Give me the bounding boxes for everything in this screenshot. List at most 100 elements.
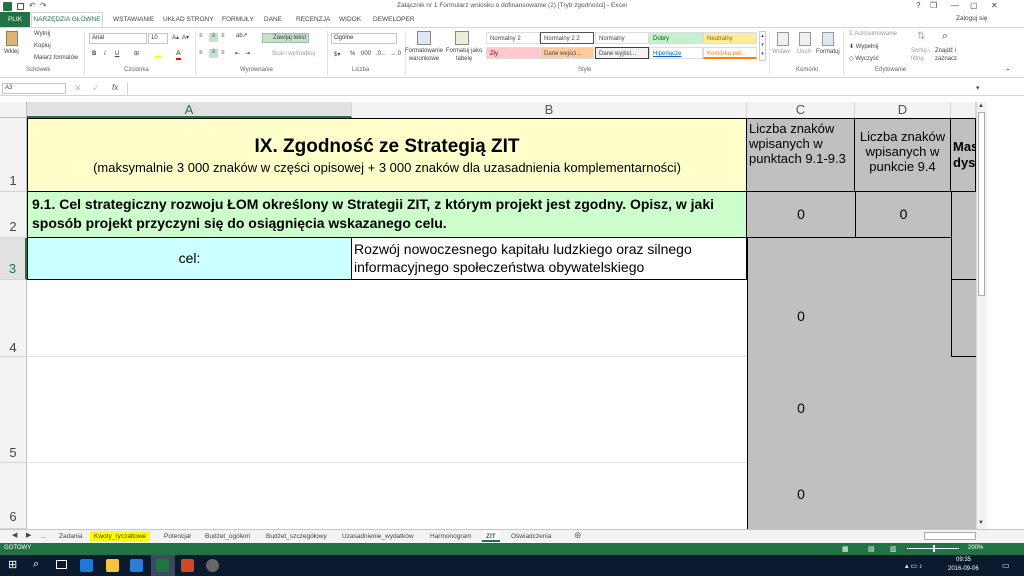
find-select-button[interactable]: Znajdź i zaznacz: [935, 47, 963, 63]
collapse-ribbon-icon[interactable]: ⌃: [1005, 68, 1011, 76]
sort-filter-icon[interactable]: ⇅: [917, 31, 925, 42]
autosum-button[interactable]: Σ Autosumowanie: [849, 31, 897, 37]
column-header-b[interactable]: B: [352, 102, 747, 118]
style-input[interactable]: Dane wejści...: [540, 47, 594, 59]
column-header-d[interactable]: D: [855, 102, 951, 118]
add-sheet-icon[interactable]: ⊕: [574, 530, 582, 541]
cancel-entry-icon[interactable]: ✕: [74, 83, 82, 94]
tab-home[interactable]: NARZĘDZIA GŁÓWNE: [31, 12, 103, 27]
explorer-icon[interactable]: [106, 559, 119, 572]
style-output[interactable]: Dane wyjści...: [595, 47, 649, 59]
decimal-increase-icon[interactable]: .0←: [376, 51, 387, 57]
align-right-icon[interactable]: ≡: [221, 50, 225, 56]
paste-button[interactable]: Wklej: [4, 49, 19, 55]
format-painter-button[interactable]: Malarz formatów: [34, 55, 78, 61]
sheet-tab-more[interactable]: ...: [37, 531, 50, 542]
style-normal-2[interactable]: Normalny 2: [486, 32, 540, 44]
fill-button[interactable]: ⬇ Wypełnij: [849, 43, 878, 50]
sheet-tab-zadania[interactable]: Zadania: [55, 531, 87, 542]
tab-review[interactable]: RECENZJA: [296, 16, 330, 23]
scroll-up-icon[interactable]: ▲: [978, 103, 984, 109]
merge-center-button[interactable]: Scal i wyśrodkuj: [272, 51, 315, 57]
column-header-c[interactable]: C: [747, 102, 855, 118]
bold-button[interactable]: B: [92, 51, 96, 57]
percent-button[interactable]: %: [350, 51, 355, 57]
wrap-text-button[interactable]: Zawijaj tekst: [262, 33, 309, 43]
style-normal[interactable]: Normalny: [595, 32, 649, 44]
sheet-tab-kwoty[interactable]: Kwoty_ryczałtowe: [90, 531, 151, 542]
delete-cells-icon[interactable]: [799, 32, 811, 46]
cell-e2[interactable]: [951, 192, 976, 238]
formula-input[interactable]: [127, 82, 977, 95]
tab-formulas[interactable]: FORMUŁY: [222, 16, 254, 23]
cell-c4[interactable]: 0: [747, 308, 855, 324]
column-header-a[interactable]: A: [27, 102, 352, 118]
delete-cells-button[interactable]: Usuń: [797, 49, 811, 55]
indent-increase-icon[interactable]: ⇥: [245, 50, 250, 57]
tab-page-layout[interactable]: UKŁAD STRONY: [163, 16, 214, 23]
paste-icon[interactable]: [6, 31, 18, 46]
style-linked-cell[interactable]: Komórka poł...: [703, 47, 757, 59]
sheet-tab-harmonogram[interactable]: Harmonogram: [426, 531, 476, 542]
borders-icon[interactable]: ⊞: [134, 50, 139, 57]
sheet-prev-icon[interactable]: ◀: [12, 531, 17, 539]
notification-tray[interactable]: ▴ ▭ ♪: [905, 562, 923, 570]
row-header-1[interactable]: 1: [0, 118, 27, 192]
font-size-select[interactable]: 10: [148, 33, 168, 44]
zoom-level[interactable]: 200%: [968, 545, 983, 551]
currency-icon[interactable]: $▾: [334, 51, 340, 58]
styles-scroll-icon[interactable]: ▴ ▾ ▾: [759, 31, 766, 61]
cell-d1[interactable]: Liczba znaków wpisanych w punkcie 9.4: [855, 118, 951, 192]
tab-data[interactable]: DANE: [264, 16, 282, 23]
confirm-entry-icon[interactable]: ✓: [92, 83, 100, 94]
close-button[interactable]: ✕: [991, 1, 998, 10]
format-as-table-button[interactable]: Formatuj jako tabelę: [444, 47, 484, 63]
excel-taskbar-icon[interactable]: [156, 559, 169, 572]
format-as-table-icon[interactable]: [455, 31, 469, 45]
powerpoint-icon[interactable]: [181, 559, 194, 572]
help-button[interactable]: ?: [916, 1, 920, 10]
row-header-4[interactable]: 4: [0, 280, 27, 357]
style-hyperlink[interactable]: Hiperłącze: [649, 47, 703, 59]
decimal-decrease-icon[interactable]: →.0: [390, 51, 401, 57]
sheet-tab-budzet-szczegolowy[interactable]: Budżet_szczegółowy: [262, 531, 331, 542]
column-header-e[interactable]: [951, 102, 976, 118]
style-normal-2-2[interactable]: Normalny 2 2: [540, 32, 594, 44]
sheet-tab-uzasadnienie[interactable]: Uzasadnienie_wydatków: [338, 531, 418, 542]
normal-view-icon[interactable]: ▦: [842, 545, 849, 553]
conditional-format-button[interactable]: Formatowanie warunkowe: [404, 47, 444, 63]
style-bad[interactable]: Zły: [486, 47, 540, 59]
sheet-tab-potencjal[interactable]: Potencjał: [160, 531, 195, 542]
row-header-6[interactable]: 6: [0, 463, 27, 529]
sheet-next-icon[interactable]: ▶: [26, 531, 31, 539]
conditional-format-icon[interactable]: [417, 31, 431, 45]
cell-c6[interactable]: 0: [747, 486, 855, 502]
orientation-icon[interactable]: ab↗: [236, 32, 248, 39]
sheet-tab-budzet-ogolem[interactable]: Budżet_ogólem: [201, 531, 254, 542]
cell-a3-label[interactable]: cel:: [27, 238, 352, 280]
number-format-select[interactable]: Ogólne: [331, 33, 397, 44]
underline-button[interactable]: U: [115, 51, 119, 57]
cell-a2-question[interactable]: 9.1. Cel strategiczny rozwoju ŁOM określ…: [27, 192, 747, 238]
shrink-font-icon[interactable]: A▾: [182, 34, 189, 41]
maximize-button[interactable]: ▢: [970, 1, 978, 10]
style-good[interactable]: Dobry: [649, 32, 703, 44]
row-header-3[interactable]: 3: [0, 238, 27, 280]
scroll-down-icon[interactable]: ▼: [978, 520, 984, 526]
insert-function-button[interactable]: fx: [112, 83, 118, 92]
cell-e1[interactable]: Mas dys: [951, 118, 976, 192]
align-middle-icon[interactable]: ≡: [209, 33, 218, 42]
row-header-5[interactable]: 5: [0, 357, 27, 463]
name-box[interactable]: A3: [2, 83, 66, 94]
tab-view[interactable]: WIDOK: [339, 16, 361, 23]
copy-button[interactable]: Kopiuj: [34, 43, 51, 49]
insert-cells-icon[interactable]: [777, 32, 789, 46]
zoom-slider-thumb[interactable]: [933, 545, 935, 552]
store-icon[interactable]: [130, 559, 143, 572]
align-bottom-icon[interactable]: ≡: [221, 33, 225, 39]
tab-developer[interactable]: DEWELOPER: [373, 16, 415, 23]
find-select-icon[interactable]: ⌕: [942, 30, 948, 43]
start-icon[interactable]: ⊞: [8, 559, 17, 571]
edge-icon[interactable]: [80, 559, 93, 572]
format-cells-icon[interactable]: [822, 32, 834, 46]
